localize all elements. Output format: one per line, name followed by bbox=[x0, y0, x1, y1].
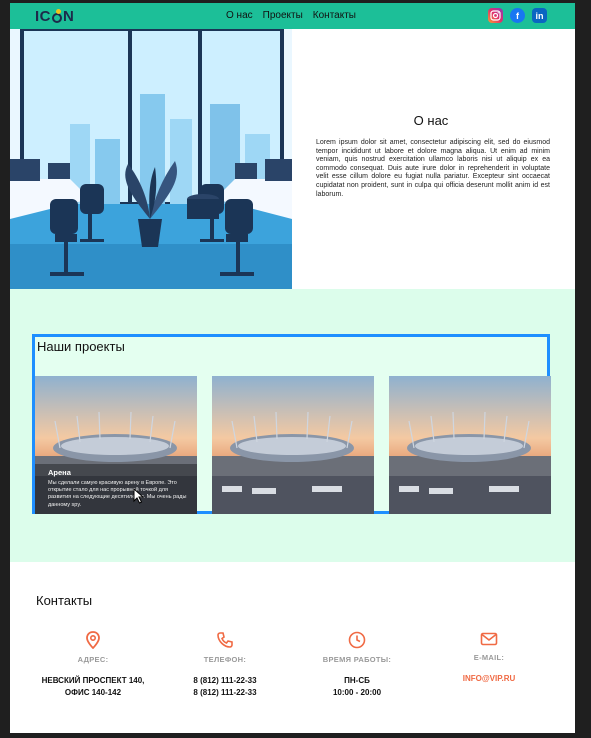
projects-title: Наши проекты bbox=[37, 339, 125, 354]
contact-address: АДРЕС: НЕВСКИЙ ПРОСПЕКТ 140, ОФИС 140-14… bbox=[27, 631, 159, 699]
contact-phone: ТЕЛЕФОН: 8 (812) 111-22-33 8 (812) 111-2… bbox=[159, 631, 291, 699]
phone-line-1[interactable]: 8 (812) 111-22-33 bbox=[159, 675, 291, 687]
email-link[interactable]: INFO@VIP.RU bbox=[423, 673, 555, 685]
about-description: Lorem ipsum dolor sit amet, consectetur … bbox=[316, 139, 550, 198]
instagram-icon[interactable] bbox=[488, 8, 503, 23]
phone-icon bbox=[217, 632, 233, 648]
hours-days: ПН-СБ bbox=[344, 676, 370, 685]
stadium-photo bbox=[212, 376, 374, 514]
nav-link-contacts[interactable]: Контакты bbox=[313, 10, 356, 21]
mail-icon bbox=[480, 632, 498, 646]
projects-selection-frame[interactable]: Наши проекты Арена Мы сделали самую крас… bbox=[32, 334, 551, 514]
phone-line-2[interactable]: 8 (812) 111-22-33 bbox=[159, 687, 291, 699]
mouse-cursor-icon bbox=[133, 488, 144, 504]
social-links: f in bbox=[488, 8, 547, 23]
office-illustration bbox=[10, 29, 292, 289]
project-card-name: Арена bbox=[48, 468, 71, 477]
project-card-2[interactable] bbox=[212, 376, 374, 514]
page: IC N О нас Проекты Контакты f in О нас L… bbox=[10, 3, 575, 733]
about-section: О нас Lorem ipsum dolor sit amet, consec… bbox=[312, 29, 550, 289]
map-pin-icon bbox=[86, 631, 100, 649]
about-title: О нас bbox=[413, 113, 449, 128]
contact-hours: ВРЕМЯ РАБОТЫ: ПН-СБ 10:00 - 20:00 bbox=[291, 631, 423, 699]
clock-icon bbox=[348, 631, 366, 649]
contact-label: АДРЕС: bbox=[77, 655, 109, 664]
nav-link-projects[interactable]: Проекты bbox=[263, 10, 303, 21]
facebook-icon[interactable]: f bbox=[510, 8, 525, 23]
contact-value: INFO@VIP.RU bbox=[423, 673, 555, 685]
contacts-title: Контакты bbox=[36, 593, 93, 608]
contact-value: ПН-СБ 10:00 - 20:00 bbox=[291, 675, 423, 699]
contact-label: E-MAIL: bbox=[473, 653, 505, 662]
contact-label: ВРЕМЯ РАБОТЫ: bbox=[322, 655, 392, 664]
project-card-description: Мы сделали самую красивую арену в Европе… bbox=[48, 480, 187, 508]
projects-section: Наши проекты Арена Мы сделали самую крас… bbox=[10, 289, 575, 562]
contact-label: ТЕЛЕФОН: bbox=[203, 655, 247, 664]
project-card-3[interactable] bbox=[389, 376, 551, 514]
linkedin-icon[interactable]: in bbox=[532, 8, 547, 23]
contact-email: E-MAIL: INFO@VIP.RU bbox=[423, 631, 555, 685]
nav-link-about[interactable]: О нас bbox=[226, 10, 253, 21]
stadium-photo bbox=[389, 376, 551, 514]
header: IC N О нас Проекты Контакты f in bbox=[10, 3, 575, 29]
address-line-2: ОФИС 140-142 bbox=[64, 688, 122, 697]
contact-value: 8 (812) 111-22-33 8 (812) 111-22-33 bbox=[159, 675, 291, 699]
address-line-1: НЕВСКИЙ ПРОСПЕКТ 140, bbox=[41, 676, 145, 685]
project-card-arena[interactable]: Арена Мы сделали самую красивую арену в … bbox=[35, 376, 197, 514]
main-nav: О нас Проекты Контакты bbox=[226, 10, 356, 21]
logo[interactable]: IC N bbox=[35, 8, 74, 25]
contact-value: НЕВСКИЙ ПРОСПЕКТ 140, ОФИС 140-142 bbox=[27, 675, 159, 699]
hours-time: 10:00 - 20:00 bbox=[332, 688, 382, 697]
